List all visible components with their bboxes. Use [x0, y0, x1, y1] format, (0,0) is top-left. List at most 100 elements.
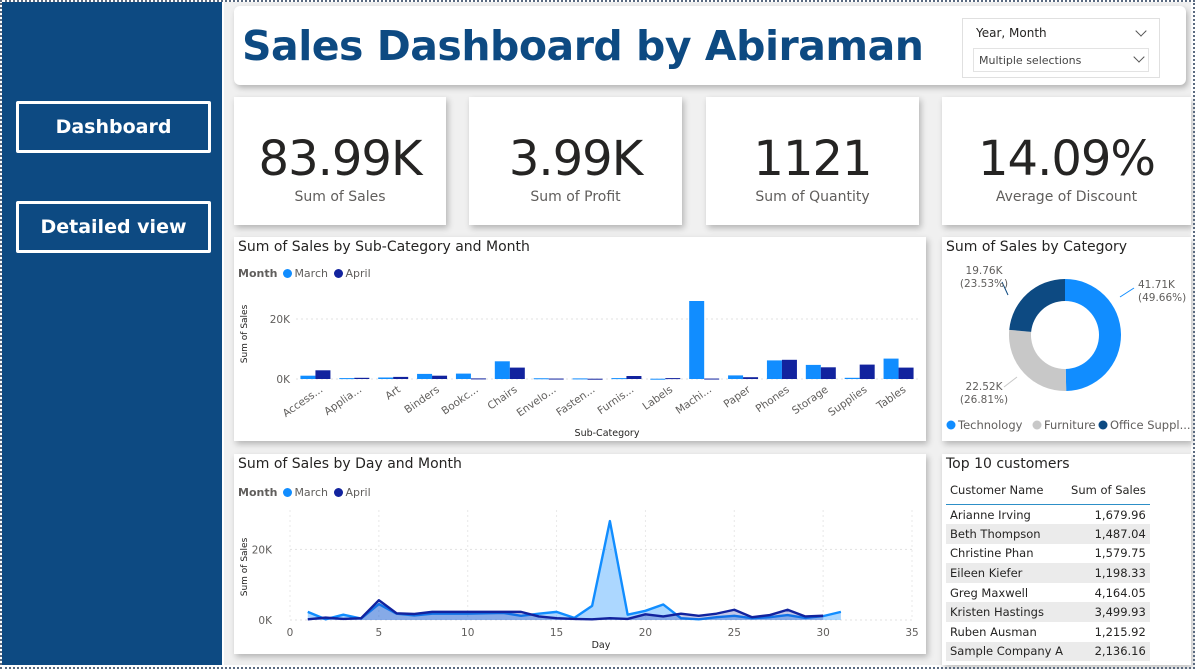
category-donut-chart-card[interactable]: Sum of Sales by Category 41.71K (49.66%) 2… — [942, 237, 1191, 441]
customer-name-cell: Ruben Ausman — [950, 624, 1037, 639]
slice-percent-label: (23.53%) — [960, 278, 1008, 290]
x-axis-title: Day — [592, 640, 611, 651]
column-header-customer[interactable]: Customer Name — [946, 480, 1068, 505]
bar-april — [626, 376, 642, 379]
subcategory-bar-chart[interactable]: 20K 0K Sum of Sales Access...Applia... Art Bi… — [234, 237, 926, 441]
table-row[interactable]: Beth Thompson 1,487.04 — [946, 524, 1150, 544]
kpi-label: Sum of Quantity — [755, 189, 870, 205]
bar-april — [315, 370, 331, 379]
report-canvas: Sales Dashboard by Abiraman Year, Month … — [224, 2, 1191, 665]
y-tick-label: 20K — [270, 314, 291, 326]
x-tick-label: Chairs — [486, 384, 520, 413]
bar-march — [300, 375, 316, 379]
table-row[interactable]: Eileen Kiefer 1,198.33 — [946, 563, 1150, 583]
sidebar: Dashboard Detailed view — [2, 2, 222, 665]
y-tick-label: 20K — [252, 544, 273, 556]
x-tick-label: Phones — [754, 384, 792, 416]
bar-march — [417, 373, 433, 379]
kpi-card-sales: 83.99K Sum of Sales — [234, 97, 446, 225]
legend-marker — [946, 420, 956, 430]
bar-march — [689, 301, 705, 379]
column-header-sales[interactable]: Sum of Sales — [1067, 480, 1150, 505]
customer-sales-cell: 4,164.05 — [1094, 585, 1146, 600]
daily-area-chart[interactable]: 20K 0K 0 5 10 15 20 25 30 35 Sum of Sales Day — [234, 454, 926, 654]
slice-percent-label: (49.66%) — [1138, 292, 1186, 304]
table-title: Top 10 customers — [946, 456, 1070, 472]
dashboard-nav-button[interactable]: Dashboard — [16, 101, 211, 153]
subcategory-bar-chart-card[interactable]: Sum of Sales by Sub-Category and Month M… — [234, 237, 926, 441]
kpi-card-quantity: 1121 Sum of Quantity — [706, 97, 919, 225]
bar-april — [898, 367, 914, 379]
x-tick-label: Envelo... — [515, 384, 559, 420]
slice-percent-label: (26.81%) — [960, 394, 1008, 406]
bar-march — [378, 377, 394, 379]
chevron-down-icon[interactable] — [1133, 51, 1145, 63]
table-row[interactable]: Christine Phan 1,579.75 — [946, 544, 1150, 564]
table-row[interactable]: Sample Company A 2,136.16 — [946, 641, 1150, 662]
detailed-view-nav-button[interactable]: Detailed view — [16, 201, 211, 253]
x-tick-label: Paper — [722, 383, 754, 410]
slice-value-label: 19.76K — [966, 265, 1004, 277]
kpi-value: 1121 — [753, 131, 872, 187]
x-tick-label: Supplies — [826, 384, 869, 419]
kpi-card-discount: 14.09% Average of Discount — [942, 97, 1191, 225]
page-title: Sales Dashboard by Abiraman — [242, 22, 924, 70]
customers-table[interactable]: Customer Name Sum of Sales Arianne Irvin… — [946, 480, 1150, 662]
customer-name-cell: Beth Thompson — [946, 524, 1068, 544]
donut-slice-2 — [1009, 279, 1065, 332]
customer-name-cell: Christine Phan — [950, 546, 1034, 561]
x-tick-label: 5 — [376, 627, 383, 639]
legend-marker — [1098, 420, 1108, 430]
x-tick-label: 20 — [639, 627, 652, 639]
customer-name-cell: Eileen Kiefer — [946, 563, 1068, 583]
table-row[interactable]: Greg Maxwell 4,164.05 — [946, 583, 1150, 603]
bar-march — [339, 378, 355, 380]
table-row[interactable]: Arianne Irving 1,679.96 — [946, 505, 1150, 525]
legend-marker — [1032, 420, 1042, 430]
customer-sales-cell: 1,487.04 — [1067, 524, 1150, 544]
customer-sales-cell: 3,499.93 — [1067, 602, 1150, 623]
line-march — [307, 519, 842, 621]
leader-line — [1003, 376, 1018, 388]
bar-april — [820, 367, 836, 379]
slicer-dropdown[interactable]: Multiple selections — [973, 48, 1149, 72]
kpi-value: 3.99K — [508, 131, 643, 187]
legend-label: Technology — [957, 418, 1023, 432]
bar-april — [432, 375, 448, 379]
customer-sales-cell: 2,136.16 — [1067, 641, 1150, 662]
customer-name-cell: Sample Company A — [946, 641, 1068, 662]
title-card: Sales Dashboard by Abiraman Year, Month … — [234, 6, 1186, 85]
x-tick-label: Tables — [874, 384, 908, 413]
category-donut-chart[interactable]: 41.71K(49.66%) 22.52K(26.81%) 19.76K(23.53… — [942, 237, 1191, 441]
x-tick-label: Furnis... — [595, 384, 636, 418]
y-tick-label: 0K — [258, 615, 273, 627]
daily-area-chart-card[interactable]: Sum of Sales by Day and Month Month March… — [234, 454, 926, 654]
top-customers-card[interactable]: Top 10 customers Customer Name Sum of Sa… — [942, 454, 1191, 665]
bar-march — [805, 364, 821, 379]
x-tick-label: Fasten... — [554, 384, 597, 419]
kpi-label: Sum of Profit — [530, 189, 621, 205]
slicer-value: Multiple selections — [979, 54, 1082, 67]
x-tick-label: 30 — [816, 627, 829, 639]
customer-sales-cell: 1,215.92 — [1094, 624, 1146, 639]
legend-label: Office Suppl... — [1110, 418, 1191, 432]
kpi-label: Average of Discount — [995, 189, 1138, 205]
bar-april — [509, 367, 525, 379]
bar-april — [781, 359, 797, 379]
bar-april — [393, 376, 409, 379]
bar-april — [665, 378, 681, 380]
table-row[interactable]: Ruben Ausman 1,215.92 — [946, 622, 1150, 642]
year-month-slicer[interactable]: Year, Month Multiple selections — [962, 18, 1160, 78]
bar-march — [533, 378, 549, 380]
x-tick-label: Storage — [790, 384, 831, 417]
legend-label: Furniture — [1044, 418, 1096, 432]
bar-march — [455, 373, 471, 379]
x-tick-label: 35 — [905, 627, 918, 639]
bar-march — [572, 378, 588, 380]
bar-april — [470, 378, 486, 380]
chevron-down-icon[interactable] — [1135, 25, 1147, 37]
customer-name-cell: Greg Maxwell — [950, 585, 1029, 600]
bar-april — [743, 377, 759, 379]
bar-march — [494, 361, 510, 379]
table-row[interactable]: Kristen Hastings 3,499.93 — [946, 602, 1150, 623]
